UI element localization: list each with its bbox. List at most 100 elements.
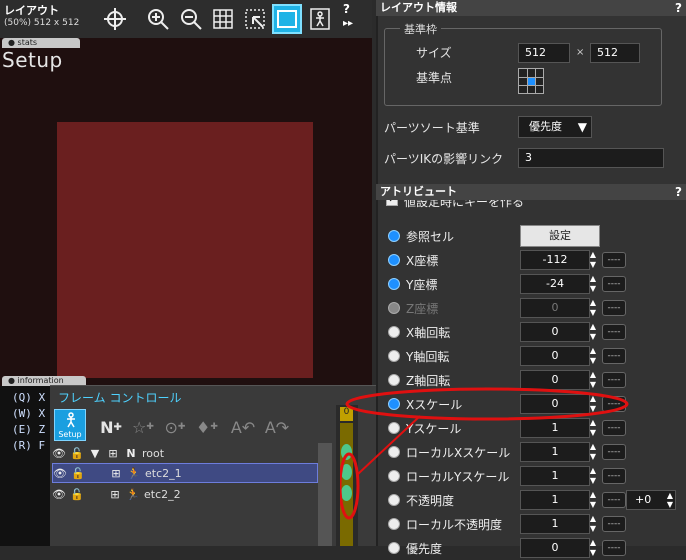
- key-button[interactable]: ----: [602, 516, 626, 532]
- attr-row[interactable]: Xスケール 0 ▲ ▼ ----: [378, 392, 684, 416]
- expand-arrow-icon[interactable]: ▼: [88, 447, 102, 460]
- key-button[interactable]: ----: [602, 252, 626, 268]
- key-button[interactable]: ----: [602, 420, 626, 436]
- attr-row[interactable]: Z座標 0 ▲ ▼ ----: [378, 296, 684, 320]
- key-button[interactable]: ----: [602, 540, 626, 556]
- tree-row-etc2-2[interactable]: 👁 🔓 ⊞ 🏃 etc2_2: [52, 484, 318, 504]
- key-dot-icon[interactable]: [388, 398, 400, 410]
- key-button[interactable]: ----: [602, 444, 626, 460]
- attr-row[interactable]: Y座標 -24 ▲ ▼ ----: [378, 272, 684, 296]
- attr-row[interactable]: X座標 -112 ▲ ▼ ----: [378, 248, 684, 272]
- key-dot-icon[interactable]: [388, 278, 400, 290]
- spinner-icon[interactable]: ▲ ▼: [588, 298, 598, 318]
- add-null-icon[interactable]: N ✚: [98, 412, 124, 442]
- attr-value-field[interactable]: -112: [520, 250, 590, 270]
- key-dot-icon[interactable]: [388, 542, 400, 554]
- key-dot-icon[interactable]: [388, 446, 400, 458]
- expand-box-icon[interactable]: ⊞: [108, 488, 122, 501]
- spinner-icon[interactable]: ▲ ▼: [588, 418, 598, 438]
- undo-icon[interactable]: A↶: [230, 412, 256, 442]
- key-button[interactable]: ----: [602, 276, 626, 292]
- pivot-center-cell[interactable]: [528, 78, 535, 85]
- attr-row[interactable]: 不透明度 1 ▲ ▼ ---- +0 ▲ ▼: [378, 488, 684, 512]
- frame-view-icon[interactable]: [272, 4, 302, 34]
- spinner-icon[interactable]: ▲ ▼: [588, 274, 598, 294]
- attr-row[interactable]: ローカルYスケール 1 ▲ ▼ ----: [378, 464, 684, 488]
- key-dot-icon[interactable]: [388, 230, 400, 242]
- play-icon[interactable]: ▸▸: [343, 18, 353, 29]
- key-button[interactable]: ----: [602, 348, 626, 364]
- spinner-icon[interactable]: ▲ ▼: [588, 514, 598, 534]
- key-dot-icon[interactable]: [388, 302, 400, 314]
- key-dot-icon[interactable]: [388, 374, 400, 386]
- attr-value-field[interactable]: -24: [520, 274, 590, 294]
- key-dot-icon[interactable]: [388, 470, 400, 482]
- attr-value-field[interactable]: 1: [520, 466, 590, 486]
- sort-select[interactable]: 優先度 ▼: [518, 116, 592, 138]
- help-icon[interactable]: ?: [675, 184, 682, 200]
- eye-icon[interactable]: 👁: [52, 447, 66, 460]
- opacity-offset-field[interactable]: +0 ▲ ▼: [626, 490, 676, 510]
- attr-value-field[interactable]: 0: [520, 298, 590, 318]
- spinner-icon[interactable]: ▲ ▼: [588, 538, 598, 558]
- help-icon[interactable]: ?: [675, 0, 682, 16]
- key-button[interactable]: ----: [602, 372, 626, 388]
- keyframe-marker[interactable]: [341, 485, 352, 501]
- lock-icon[interactable]: 🔓: [71, 467, 85, 480]
- attr-row[interactable]: 優先度 0 ▲ ▼ ----: [378, 536, 684, 560]
- key-button[interactable]: ----: [602, 300, 626, 316]
- timeline-frame-marker[interactable]: 0: [340, 407, 353, 421]
- attr-value-field[interactable]: 1: [520, 418, 590, 438]
- person-icon[interactable]: [305, 4, 335, 34]
- pivot-grid[interactable]: [518, 68, 544, 94]
- crosshair-icon[interactable]: [100, 4, 130, 34]
- spinner-icon[interactable]: ▲ ▼: [588, 394, 598, 414]
- key-dot-icon[interactable]: [388, 350, 400, 362]
- spinner-icon[interactable]: ▲ ▼: [588, 346, 598, 366]
- add-star-icon[interactable]: ☆ ✚: [130, 412, 156, 442]
- expand-box-icon[interactable]: ⊞: [106, 447, 120, 460]
- key-dot-icon[interactable]: [388, 518, 400, 530]
- attr-row[interactable]: ローカルXスケール 1 ▲ ▼ ----: [378, 440, 684, 464]
- keyframe-marker[interactable]: [341, 464, 352, 480]
- spinner-icon[interactable]: ▲ ▼: [588, 250, 598, 270]
- attr-value-field[interactable]: 0: [520, 370, 590, 390]
- zoom-out-icon[interactable]: [176, 4, 206, 34]
- spinner-icon[interactable]: ▲ ▼: [667, 491, 673, 509]
- add-drop-icon[interactable]: ♦ ✚: [194, 412, 220, 442]
- expand-box-icon[interactable]: ⊞: [109, 467, 123, 480]
- attr-row[interactable]: ローカル不透明度 1 ▲ ▼ ----: [378, 512, 684, 536]
- attr-value-field[interactable]: 1: [520, 442, 590, 462]
- checkbox-icon[interactable]: ✓: [386, 200, 398, 206]
- lock-icon[interactable]: 🔓: [70, 488, 84, 501]
- zoom-in-icon[interactable]: [143, 4, 173, 34]
- eye-icon[interactable]: 👁: [53, 467, 67, 480]
- select-grid-icon[interactable]: [240, 4, 270, 34]
- key-dot-icon[interactable]: [388, 254, 400, 266]
- attr-value-field[interactable]: 0: [520, 346, 590, 366]
- tree-row-root[interactable]: 👁 🔓 ▼ ⊞ N root: [52, 443, 318, 463]
- tree-scrollbar[interactable]: [318, 443, 332, 546]
- attr-value-field[interactable]: 1: [520, 490, 590, 510]
- key-button[interactable]: ----: [602, 468, 626, 484]
- width-field[interactable]: 512: [518, 43, 570, 63]
- stats-tab[interactable]: ● stats: [2, 38, 80, 48]
- tree-row-etc2-1[interactable]: 👁 🔓 ⊞ 🏃 etc2_1: [52, 463, 318, 483]
- key-dot-icon[interactable]: [388, 326, 400, 338]
- attr-value-field[interactable]: 0: [520, 538, 590, 558]
- key-on-set-checkbox-row[interactable]: ✓ 値設定時にキーを作る: [384, 200, 674, 212]
- grid-icon[interactable]: [208, 4, 238, 34]
- key-dot-icon[interactable]: [388, 422, 400, 434]
- attr-value-field[interactable]: 0: [520, 394, 590, 414]
- height-field[interactable]: 512: [590, 43, 640, 63]
- spinner-icon[interactable]: ▲ ▼: [588, 322, 598, 342]
- attr-row[interactable]: Yスケール 1 ▲ ▼ ----: [378, 416, 684, 440]
- eye-icon[interactable]: 👁: [52, 488, 66, 501]
- attr-row-reference-cell[interactable]: 参照セル 設定: [378, 224, 684, 248]
- attr-value-field[interactable]: 0: [520, 322, 590, 342]
- set-button[interactable]: 設定: [520, 225, 600, 247]
- spinner-icon[interactable]: ▲ ▼: [588, 370, 598, 390]
- attr-row[interactable]: Y軸回転 0 ▲ ▼ ----: [378, 344, 684, 368]
- redo-icon[interactable]: A↷: [264, 412, 290, 442]
- spinner-icon[interactable]: ▲ ▼: [588, 442, 598, 462]
